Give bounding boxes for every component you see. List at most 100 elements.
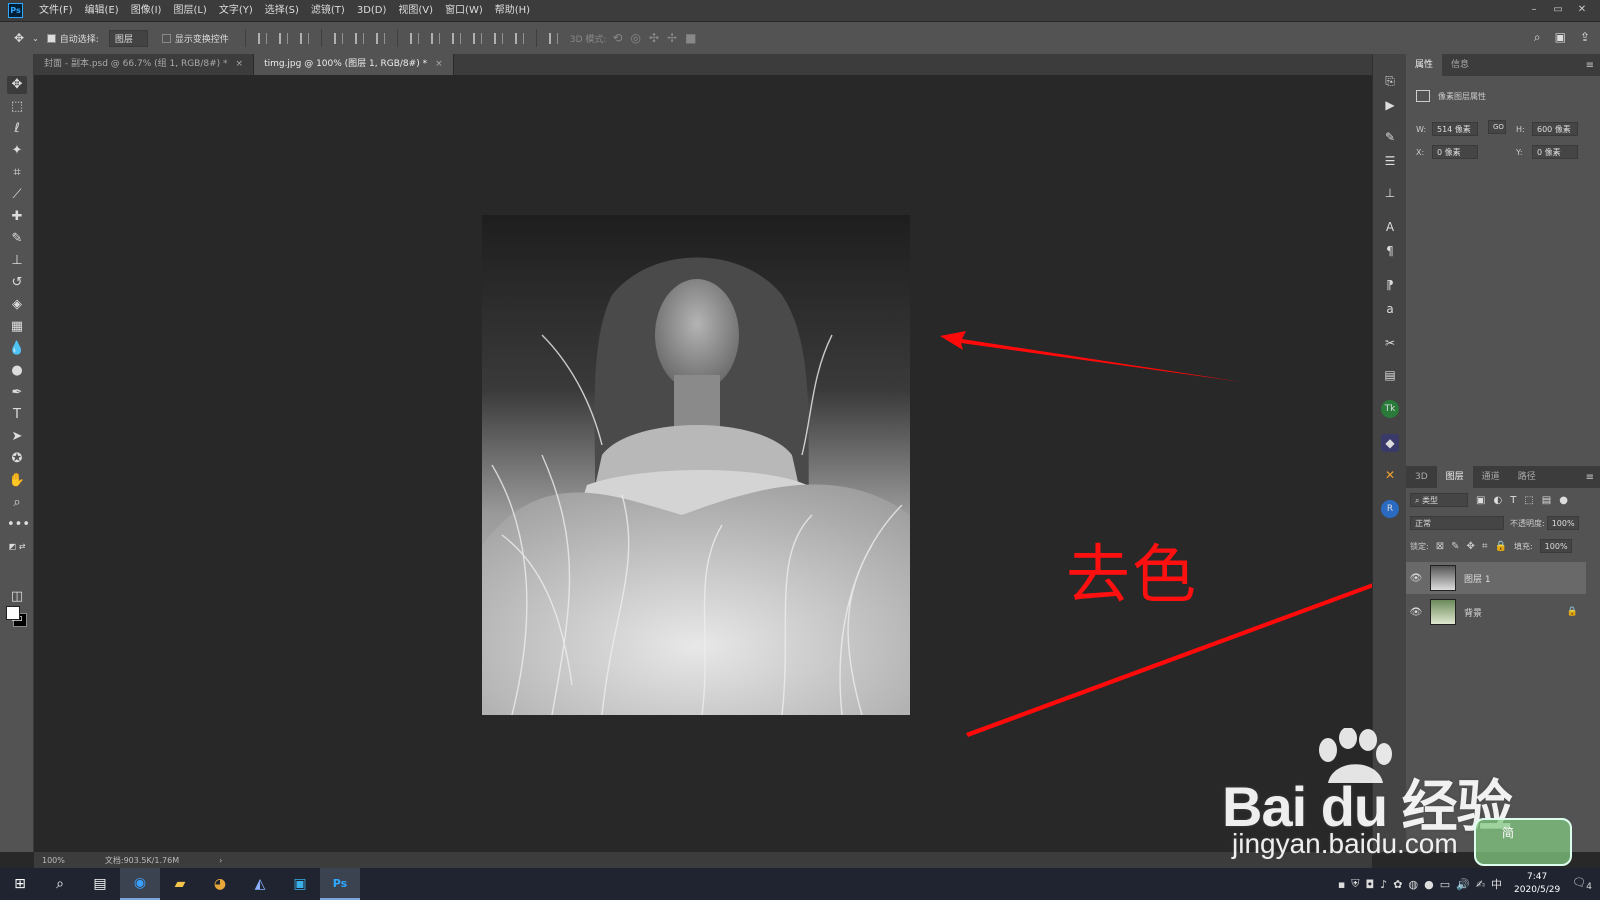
width-field[interactable]: 514 像素 (1432, 122, 1478, 136)
clock[interactable]: 7:47 2020/5/29 (1514, 871, 1560, 897)
layer-row[interactable]: 👁 背景 🔒 (1406, 596, 1586, 628)
status-bar: 100% 文档:903.5K/1.76M › (34, 852, 1372, 868)
file-explorer-icon[interactable]: ▰ (160, 868, 200, 900)
layer-filter-row: ⌕ 类型 ▣ ◐ T ⬚ ▤ ● (1406, 488, 1600, 512)
volume-icon[interactable]: 🔊 (1456, 878, 1470, 891)
lock-icon: 🔒 (1566, 607, 1578, 617)
ime-indicator[interactable]: 中 (1491, 876, 1502, 892)
panel-menu-icon[interactable]: ≡ (1586, 60, 1594, 71)
tray-app-icon[interactable]: ◘ (1366, 878, 1375, 891)
height-field[interactable]: 600 像素 (1532, 122, 1578, 136)
filter-pixel-icon[interactable]: ▣ (1476, 495, 1485, 506)
lock-artboard-icon[interactable]: ⌗ (1482, 541, 1488, 552)
y-label: Y: (1516, 148, 1523, 157)
opacity-field[interactable]: 100% (1546, 516, 1579, 530)
adjustments-icon[interactable]: ☰ (1381, 152, 1399, 170)
tab-3d[interactable]: 3D (1406, 466, 1437, 488)
properties-header: 像素图层属性 (1416, 90, 1486, 102)
windows-start-icon[interactable]: ⊞ (0, 868, 40, 900)
tools-plugin-icon[interactable]: ✕ (1381, 466, 1399, 484)
filter-toggle-icon[interactable]: ● (1559, 495, 1568, 506)
watermark-badge: 简 (1474, 818, 1572, 866)
tool-presets-icon[interactable]: ✂ (1381, 334, 1399, 352)
task-view-icon[interactable]: ▤ (80, 868, 120, 900)
character-icon[interactable]: A (1381, 218, 1399, 236)
zoom-level[interactable]: 100% (42, 856, 65, 865)
blend-mode-dropdown[interactable]: 正常 (1410, 516, 1504, 530)
visibility-eye-icon[interactable]: 👁 (1406, 573, 1426, 584)
layers-list: 👁 图层 1 👁 背景 🔒 (1406, 558, 1600, 638)
visibility-eye-icon[interactable]: 👁 (1406, 607, 1426, 618)
tray-app-icon[interactable]: ✿ (1393, 878, 1402, 891)
actions-play-icon[interactable]: ▶ (1381, 96, 1399, 114)
properties-tabs: 属性 信息 ≡ (1406, 54, 1600, 76)
panel-menu-icon[interactable]: ≡ (1586, 472, 1594, 483)
glyphs-icon[interactable]: a (1381, 300, 1399, 318)
foreground-color-swatch[interactable] (6, 606, 20, 620)
photoshop-taskbar-icon[interactable]: Ps (320, 868, 360, 900)
filter-adjust-icon[interactable]: ◐ (1493, 495, 1502, 506)
brush-settings-icon[interactable]: ✎ (1381, 128, 1399, 146)
layers-panel: 3D 图层 通道 路径 ≡ ⌕ 类型 ▣ ◐ T ⬚ ▤ ● 正常 不透明度: … (1406, 466, 1600, 638)
layers-tabs: 3D 图层 通道 路径 ≡ (1406, 466, 1600, 488)
history-icon[interactable]: ⎘ (1381, 72, 1399, 90)
tab-properties[interactable]: 属性 (1406, 54, 1443, 76)
lock-transparency-icon[interactable]: ⊠ (1436, 541, 1444, 552)
lock-paint-icon[interactable]: ✎ (1451, 541, 1459, 552)
annotation-text: 去色 (1066, 539, 1198, 613)
tray-app-icon[interactable]: ◍ (1409, 878, 1419, 891)
paragraph-icon[interactable]: ¶ (1381, 242, 1399, 260)
libraries-icon[interactable]: ▤ (1381, 366, 1399, 384)
tab-info[interactable]: 信息 (1442, 54, 1478, 76)
filter-type-icon[interactable]: T (1510, 495, 1516, 506)
plugin-icon[interactable]: ◆ (1381, 434, 1399, 452)
filter-smart-icon[interactable]: ▤ (1542, 495, 1551, 506)
tray-app-icon[interactable]: ▪ (1338, 878, 1345, 891)
search-icon[interactable]: ⌕ (40, 868, 80, 900)
clock-date: 2020/5/29 (1514, 885, 1561, 895)
chrome-icon[interactable]: ◕ (200, 868, 240, 900)
layer-row[interactable]: 👁 图层 1 (1406, 562, 1586, 594)
properties-title: 像素图层属性 (1438, 91, 1486, 101)
pixel-layer-icon (1416, 90, 1430, 102)
tab-paths[interactable]: 路径 (1509, 466, 1545, 488)
y-field[interactable]: 0 像素 (1532, 145, 1578, 159)
microphone-icon[interactable]: ♪ (1380, 878, 1387, 891)
document-size: 文档:903.5K/1.76M (104, 855, 180, 865)
status-menu-arrow[interactable]: › (219, 856, 222, 865)
windows-taskbar: ⊞ ⌕ ▤ ◉ ▰ ◕ ◭ ▣ Ps ▪ ⛨ ◘ ♪ ✿ ◍ ● ▭ 🔊 ✍ 中… (0, 868, 1600, 900)
lock-row: 锁定: ⊠ ✎ ✥ ⌗ 🔒 填充: 100% (1406, 534, 1600, 558)
pen-icon[interactable]: ✍ (1476, 878, 1485, 891)
network-icon[interactable]: ▭ (1440, 878, 1450, 891)
r-plugin-icon[interactable]: R (1381, 500, 1399, 518)
tab-channels[interactable]: 通道 (1473, 466, 1509, 488)
tk-plugin-icon[interactable]: Tk (1381, 400, 1399, 418)
link-dimensions-button[interactable]: GO (1488, 120, 1506, 134)
browser-icon[interactable]: ◉ (120, 868, 160, 900)
lock-label: 锁定: (1410, 541, 1429, 551)
paragraph-styles-icon[interactable]: ⁋ (1381, 276, 1399, 294)
clone-source-icon[interactable]: ⊥ (1381, 184, 1399, 202)
notification-icon[interactable]: 🗨4 (1572, 876, 1592, 892)
layer-thumbnail (1430, 599, 1456, 625)
app-blue-icon[interactable]: ▣ (280, 868, 320, 900)
width-label: W: (1416, 125, 1427, 134)
clock-time: 7:47 (1527, 872, 1548, 882)
x-label: X: (1416, 148, 1425, 157)
x-field[interactable]: 0 像素 (1432, 145, 1478, 159)
lock-position-icon[interactable]: ✥ (1466, 541, 1474, 552)
photoshop-window: Ps 文件(F) 编辑(E) 图像(I) 图层(L) 文字(Y) 选择(S) 滤… (0, 0, 1600, 900)
tray-app-icon[interactable]: ● (1424, 878, 1434, 891)
lock-all-icon[interactable]: 🔒 (1495, 541, 1507, 552)
fill-label: 填充: (1513, 541, 1533, 551)
layer-thumbnail (1430, 565, 1456, 591)
tab-layers[interactable]: 图层 (1436, 466, 1473, 488)
fill-field[interactable]: 100% (1539, 539, 1572, 553)
layer-filter-dropdown[interactable]: ⌕ 类型 (1410, 493, 1468, 507)
filter-shape-icon[interactable]: ⬚ (1524, 495, 1533, 506)
app-icon[interactable]: ◭ (240, 868, 280, 900)
notification-count: 4 (1586, 881, 1592, 893)
arrow-to-image (940, 331, 1242, 382)
blend-row: 正常 不透明度: 100% (1406, 512, 1600, 534)
shield-icon[interactable]: ⛨ (1351, 877, 1359, 891)
